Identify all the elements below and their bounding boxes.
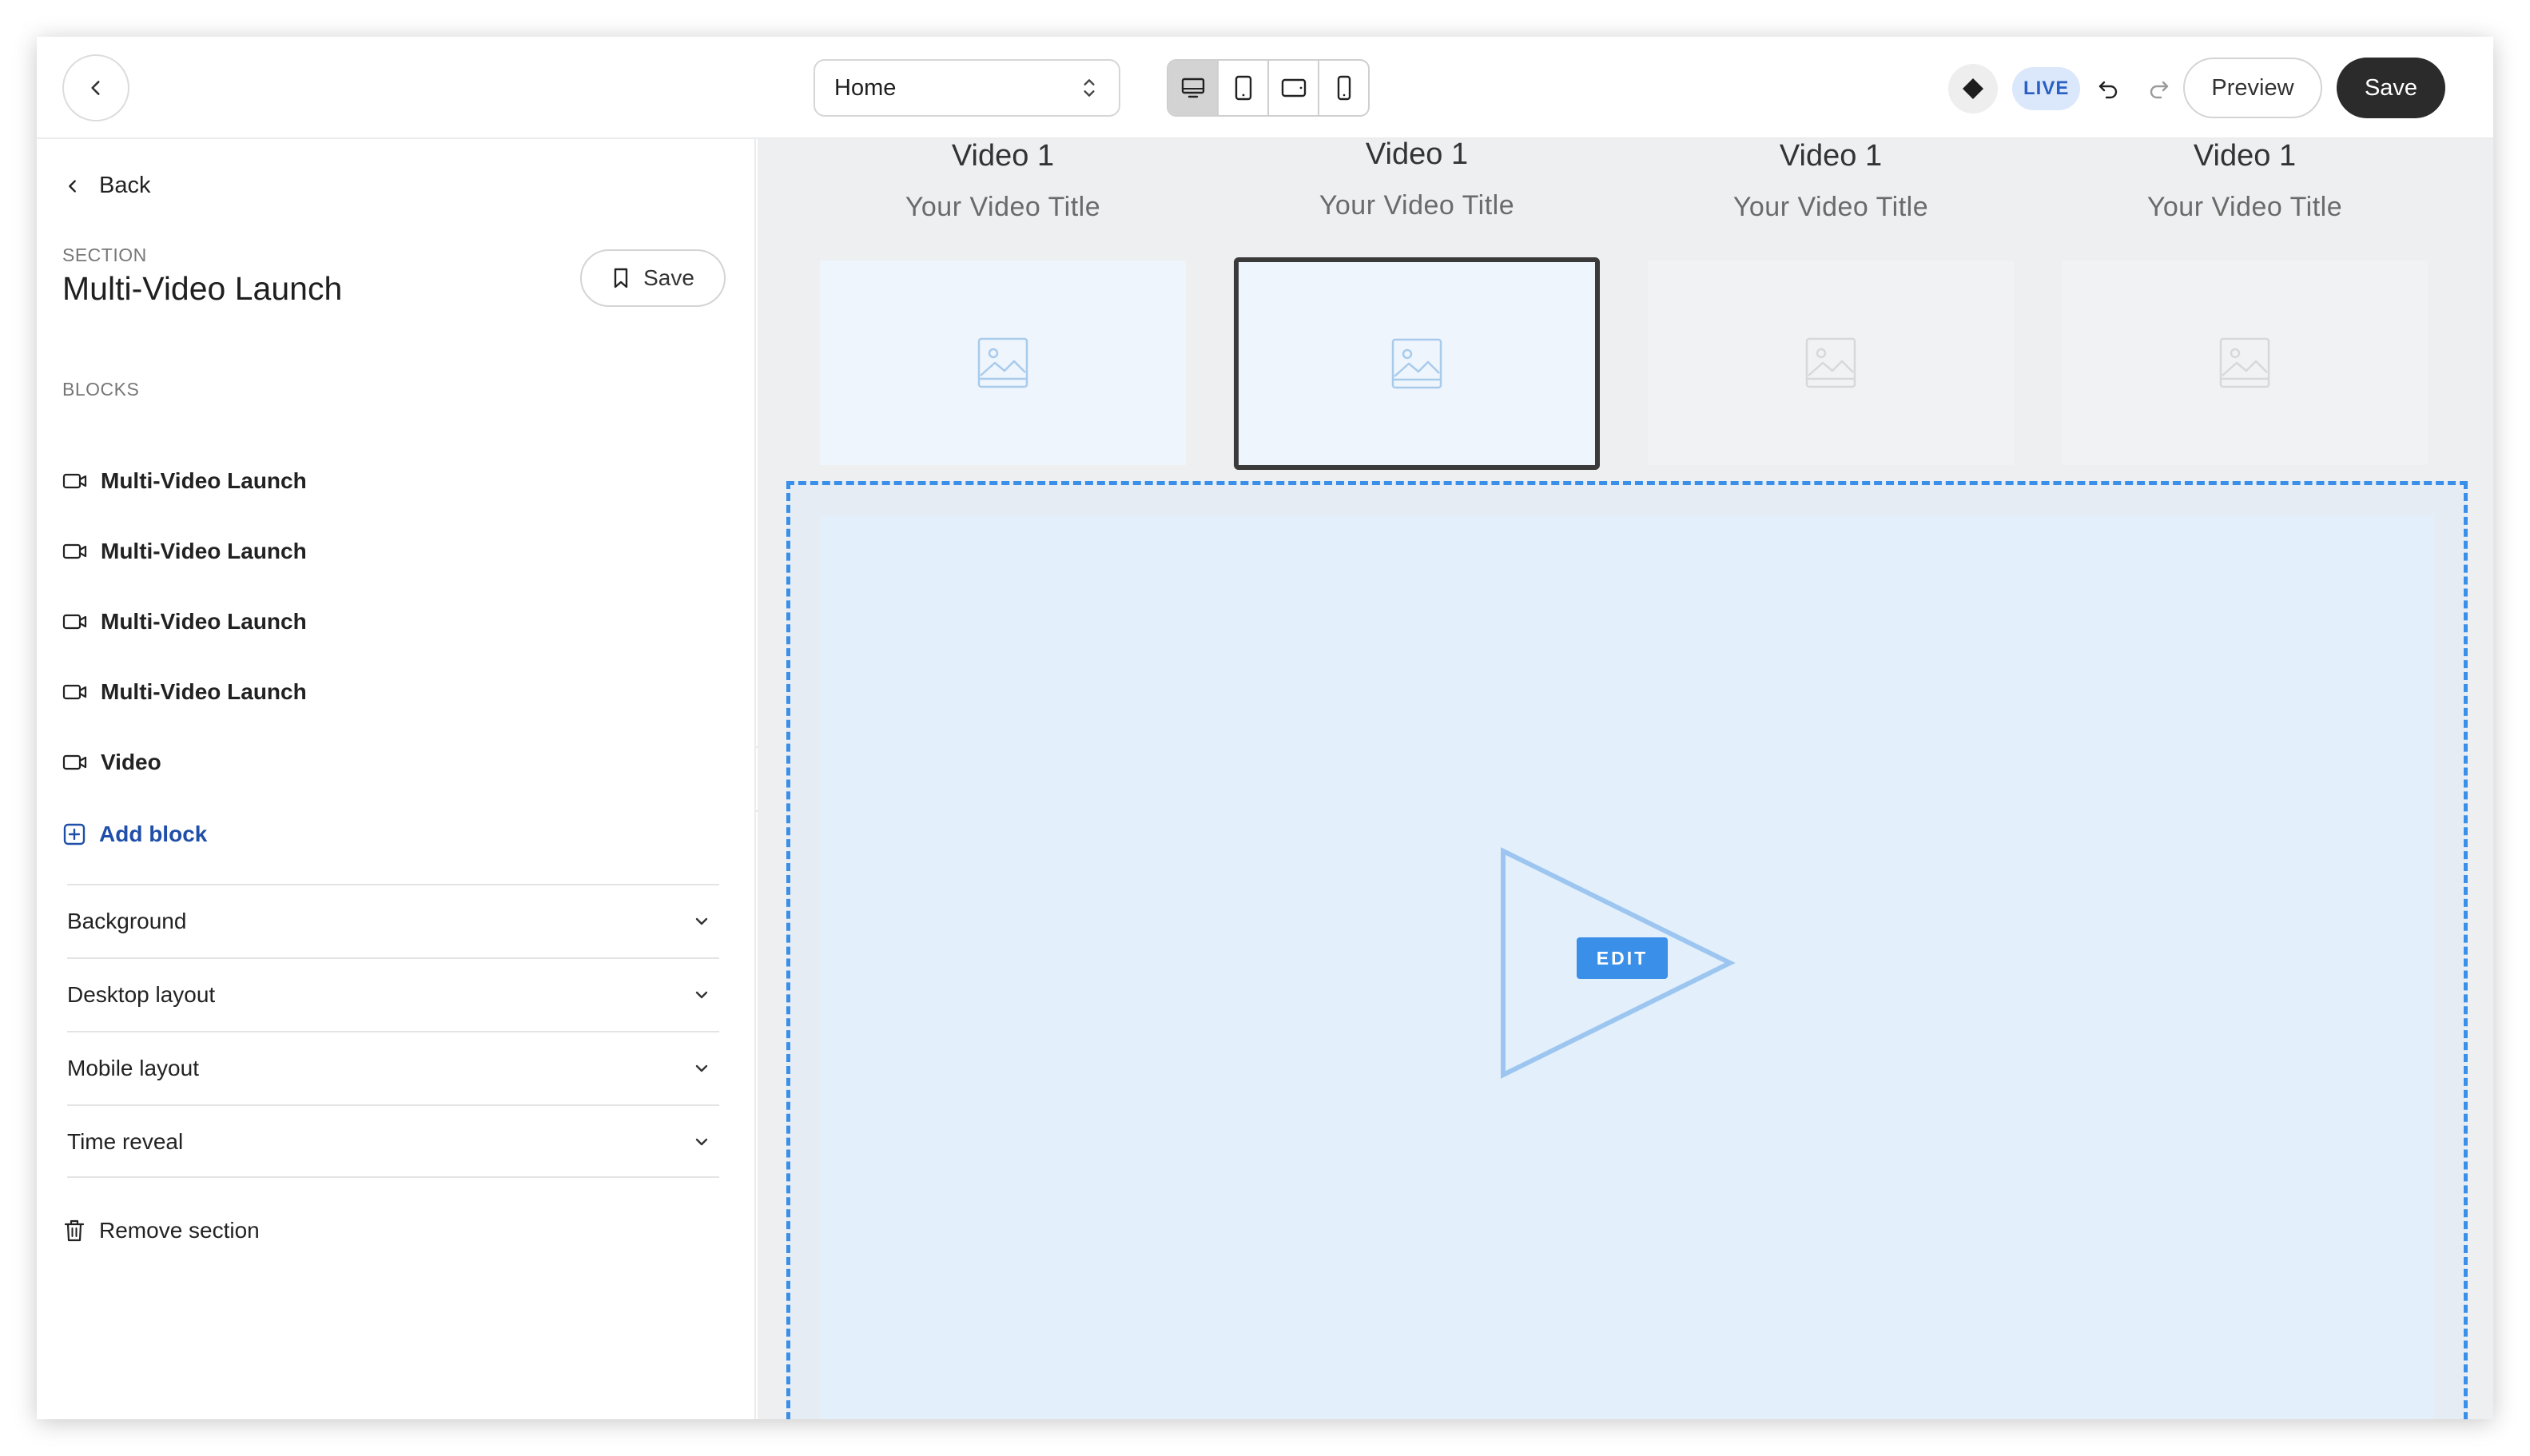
chevron-down-icon	[695, 917, 708, 925]
add-block-label: Add block	[99, 821, 208, 846]
accordion-background[interactable]: Background	[67, 884, 719, 957]
device-switcher	[1167, 59, 1370, 117]
section-kicker: SECTION	[62, 245, 147, 265]
page-select[interactable]: Home	[813, 59, 1120, 117]
video-heading: Video 1	[951, 139, 1055, 173]
block-item[interactable]: Multi-Video Launch	[62, 539, 307, 564]
divider	[67, 1176, 719, 1178]
accordion-label: Background	[67, 909, 187, 933]
save-section-label: Save	[643, 265, 694, 290]
accordion-label: Desktop layout	[67, 982, 216, 1007]
block-item-label: Multi-Video Launch	[101, 679, 307, 704]
live-status-badge: LIVE	[2012, 67, 2081, 110]
video-thumbnail[interactable]	[2062, 261, 2428, 465]
main-video-block[interactable]: EDIT	[786, 481, 2468, 1419]
desktop-icon	[1181, 78, 1204, 98]
page-select-value: Home	[834, 74, 897, 101]
redo-button[interactable]	[2138, 69, 2178, 109]
video-thumbnail-selected[interactable]	[1234, 257, 1600, 470]
chevron-left-icon	[91, 81, 100, 95]
block-item[interactable]: Multi-Video Launch	[62, 468, 307, 494]
exit-button[interactable]	[62, 54, 129, 121]
video-camera-icon	[62, 543, 87, 559]
diamond-icon	[1963, 78, 1983, 99]
accordion-mobile-layout[interactable]: Mobile layout	[67, 1031, 719, 1104]
remove-section-button[interactable]: Remove section	[62, 1218, 260, 1243]
device-desktop-button[interactable]	[1168, 61, 1219, 115]
video-title: Your Video Title	[1319, 190, 1515, 221]
accordion-time-reveal[interactable]: Time reveal	[67, 1104, 719, 1178]
undo-icon	[2098, 81, 2118, 99]
top-bar: Home LIVE Preview Save	[37, 37, 2493, 139]
image-placeholder-icon	[2219, 337, 2270, 388]
accordion-desktop-layout[interactable]: Desktop layout	[67, 957, 719, 1031]
back-link[interactable]: Back	[64, 173, 150, 199]
image-placeholder-icon	[1805, 337, 1856, 388]
block-item-label: Multi-Video Launch	[101, 609, 307, 634]
blocks-kicker: BLOCKS	[62, 379, 140, 400]
up-down-chevron-icon	[1084, 79, 1095, 97]
video-heading: Video 1	[1365, 139, 1469, 171]
redo-icon	[2150, 81, 2169, 99]
video-heading: Video 1	[1779, 139, 1883, 173]
device-tablet-landscape-button[interactable]	[1269, 61, 1319, 115]
block-item[interactable]: Multi-Video Launch	[62, 679, 307, 705]
chevron-down-icon	[695, 1064, 708, 1072]
chevron-left-icon	[69, 179, 76, 193]
accordion-label: Time reveal	[67, 1129, 184, 1154]
tablet-landscape-icon	[1281, 78, 1306, 97]
video-heading: Video 1	[2193, 139, 2297, 173]
image-placeholder-icon	[977, 337, 1028, 388]
plus-square-icon	[63, 823, 86, 845]
video-camera-icon	[62, 754, 87, 770]
video-title: Your Video Title	[2146, 192, 2343, 222]
mobile-icon	[1337, 75, 1351, 101]
section-title: Multi-Video Launch	[62, 270, 343, 307]
bookmark-icon	[614, 268, 628, 288]
image-placeholder-icon	[1391, 338, 1442, 389]
preview-button[interactable]: Preview	[2183, 58, 2322, 118]
upgrade-button[interactable]	[1948, 64, 1998, 113]
edit-badge[interactable]: EDIT	[1577, 937, 1668, 979]
tablet-icon	[1235, 75, 1251, 101]
add-block-button[interactable]: Add block	[62, 821, 207, 847]
save-section-button[interactable]: Save	[580, 249, 726, 307]
video-thumbnail[interactable]	[820, 261, 1186, 465]
video-camera-icon	[62, 684, 87, 700]
back-label: Back	[99, 173, 151, 198]
video-thumbnail[interactable]	[1648, 261, 2014, 465]
device-mobile-button[interactable]	[1319, 61, 1368, 115]
settings-sidebar: Back SECTION Multi-Video Launch Save BLO…	[37, 139, 756, 1419]
preview-canvas: Video 1 Your Video Title Video 1 Your Vi…	[758, 139, 2493, 1419]
block-item[interactable]: Video	[62, 750, 161, 775]
main-video-player[interactable]: EDIT	[821, 515, 2433, 1419]
save-button[interactable]: Save	[2337, 58, 2445, 118]
block-item-label: Multi-Video Launch	[101, 539, 307, 563]
video-title: Your Video Title	[1732, 192, 1929, 222]
remove-section-label: Remove section	[99, 1218, 260, 1243]
undo-button[interactable]	[2089, 69, 2129, 109]
video-title: Your Video Title	[905, 192, 1101, 222]
accordion-label: Mobile layout	[67, 1056, 199, 1080]
block-item-label: Multi-Video Launch	[101, 468, 307, 493]
editor-window: Home LIVE Preview Save Back SECTION Mult…	[37, 37, 2493, 1419]
video-camera-icon	[62, 614, 87, 630]
device-tablet-button[interactable]	[1219, 61, 1269, 115]
video-camera-icon	[62, 473, 87, 489]
block-item-label: Video	[101, 750, 161, 774]
block-item[interactable]: Multi-Video Launch	[62, 609, 307, 635]
chevron-down-icon	[695, 991, 708, 999]
trash-icon	[64, 1219, 85, 1242]
chevron-down-icon	[695, 1138, 708, 1146]
